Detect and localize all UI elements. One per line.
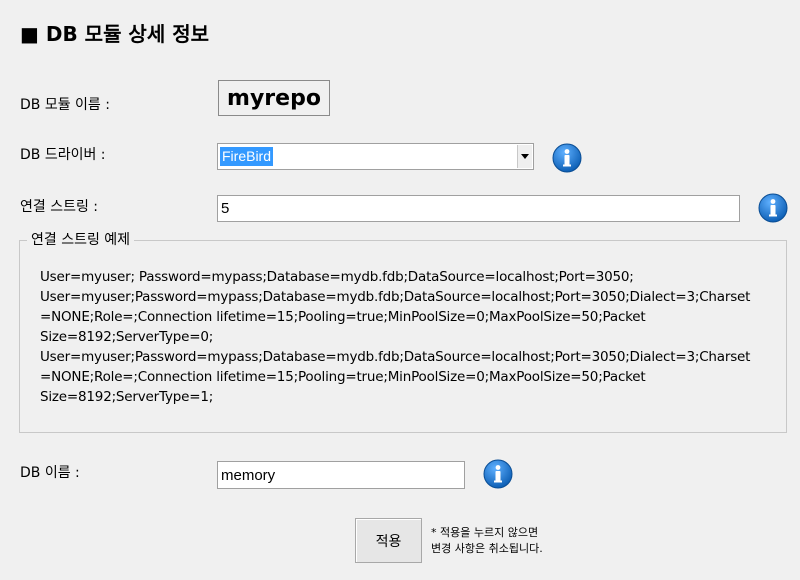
example-line: Size=8192;ServerType=0; (40, 329, 214, 345)
apply-note: * 적용을 누르지 않으면 변경 사항은 취소됩니다. (431, 525, 543, 557)
example-line: =NONE;Role=;Connection lifetime=15;Pooli… (40, 369, 646, 385)
driver-select[interactable]: FireBird (217, 143, 534, 170)
apply-note-line: * 적용을 누르지 않으면 (431, 526, 539, 539)
apply-note-line: 변경 사항은 취소됩니다. (431, 542, 543, 555)
connection-string-input[interactable] (217, 195, 740, 222)
driver-label: DB 드라이버 : (20, 147, 106, 163)
example-line: User=myuser;Password=mypass;Database=myd… (40, 349, 751, 365)
connection-string-example-legend: 연결 스트링 예제 (27, 231, 135, 249)
example-line: User=myuser;Password=mypass;Database=myd… (40, 289, 751, 305)
driver-selected-value: FireBird (220, 147, 274, 166)
db-name-label: DB 이름 : (20, 465, 80, 481)
db-name-input[interactable] (217, 461, 465, 489)
info-icon[interactable] (483, 459, 513, 489)
example-line: Size=8192;ServerType=1; (40, 389, 214, 405)
apply-button[interactable]: 적용 (355, 518, 422, 563)
connection-string-example-text: User=myuser; Password=mypass;Database=my… (40, 267, 780, 407)
connection-string-label: 연결 스트링 : (20, 199, 99, 215)
example-line: User=myuser; Password=mypass;Database=my… (40, 269, 634, 285)
example-line: =NONE;Role=;Connection lifetime=15;Pooli… (40, 309, 646, 325)
chevron-down-icon[interactable] (517, 145, 532, 168)
info-icon[interactable] (552, 143, 582, 173)
module-name-value: myrepo (218, 80, 330, 116)
module-name-label: DB 모듈 이름 : (20, 97, 110, 113)
info-icon[interactable] (758, 193, 788, 223)
page-title: ■ DB 모듈 상세 정보 (20, 22, 209, 46)
